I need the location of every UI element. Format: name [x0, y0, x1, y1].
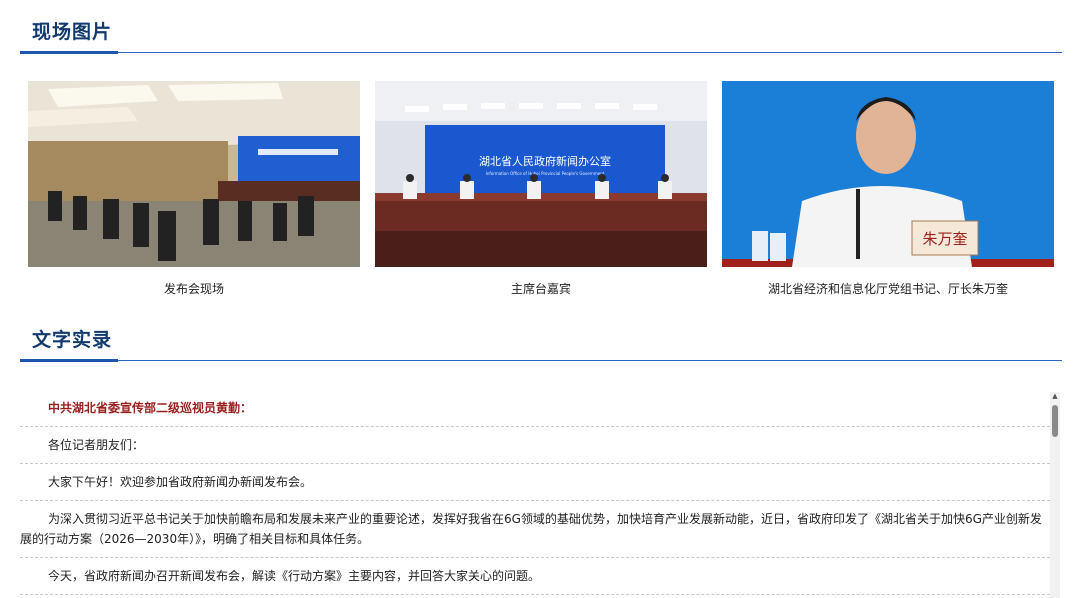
- section-title-photos: 现场图片: [32, 21, 113, 43]
- photo-caption: 湖北省经济和信息化厅党组书记、厅长朱万奎: [767, 282, 1008, 296]
- venue-screen-title: 湖北省人民政府新闻办公室: [479, 154, 611, 168]
- section-title-underline: [20, 359, 118, 362]
- photo-rostrum-guests[interactable]: 湖北省人民政府新闻办公室 Information Office of Hubei…: [375, 81, 707, 267]
- scroll-up-arrow-icon[interactable]: ▲: [1051, 392, 1059, 400]
- section-header-photos: 现场图片: [20, 18, 1062, 54]
- photo-conference-venue[interactable]: [28, 81, 360, 267]
- transcript-panel[interactable]: 中共湖北省委宣传部二级巡视员黄勤： 各位记者朋友们： 大家下午好！欢迎参加省政府…: [20, 390, 1050, 598]
- photo-official-portrait[interactable]: 朱万奎: [722, 81, 1054, 267]
- transcript-paragraph: 各位记者朋友们：: [20, 427, 1050, 464]
- section-title-transcript: 文字实录: [32, 329, 113, 351]
- section-title-underline: [20, 51, 118, 54]
- transcript-paragraph: 为深入贯彻习近平总书记关于加快前瞻布局和发展未来产业的重要论述，发挥好我省在6G…: [20, 501, 1050, 558]
- photo-caption: 主席台嘉宾: [510, 282, 571, 296]
- venue-screen-subtitle: Information Office of Hubei Provincial P…: [486, 171, 605, 176]
- transcript-paragraph: 今天，省政府新闻办召开新闻发布会，解读《行动方案》主要内容，并回答大家关心的问题…: [20, 558, 1050, 595]
- nameplate-text: 朱万奎: [922, 230, 967, 248]
- section-header-transcript: 文字实录: [20, 326, 1062, 362]
- scrollbar-thumb[interactable]: [1052, 405, 1058, 437]
- transcript-paragraph: 大家下午好！欢迎参加省政府新闻办新闻发布会。: [20, 464, 1050, 501]
- transcript-speaker: 中共湖北省委宣传部二级巡视员黄勤：: [20, 390, 1050, 427]
- photo-caption: 发布会现场: [163, 282, 224, 296]
